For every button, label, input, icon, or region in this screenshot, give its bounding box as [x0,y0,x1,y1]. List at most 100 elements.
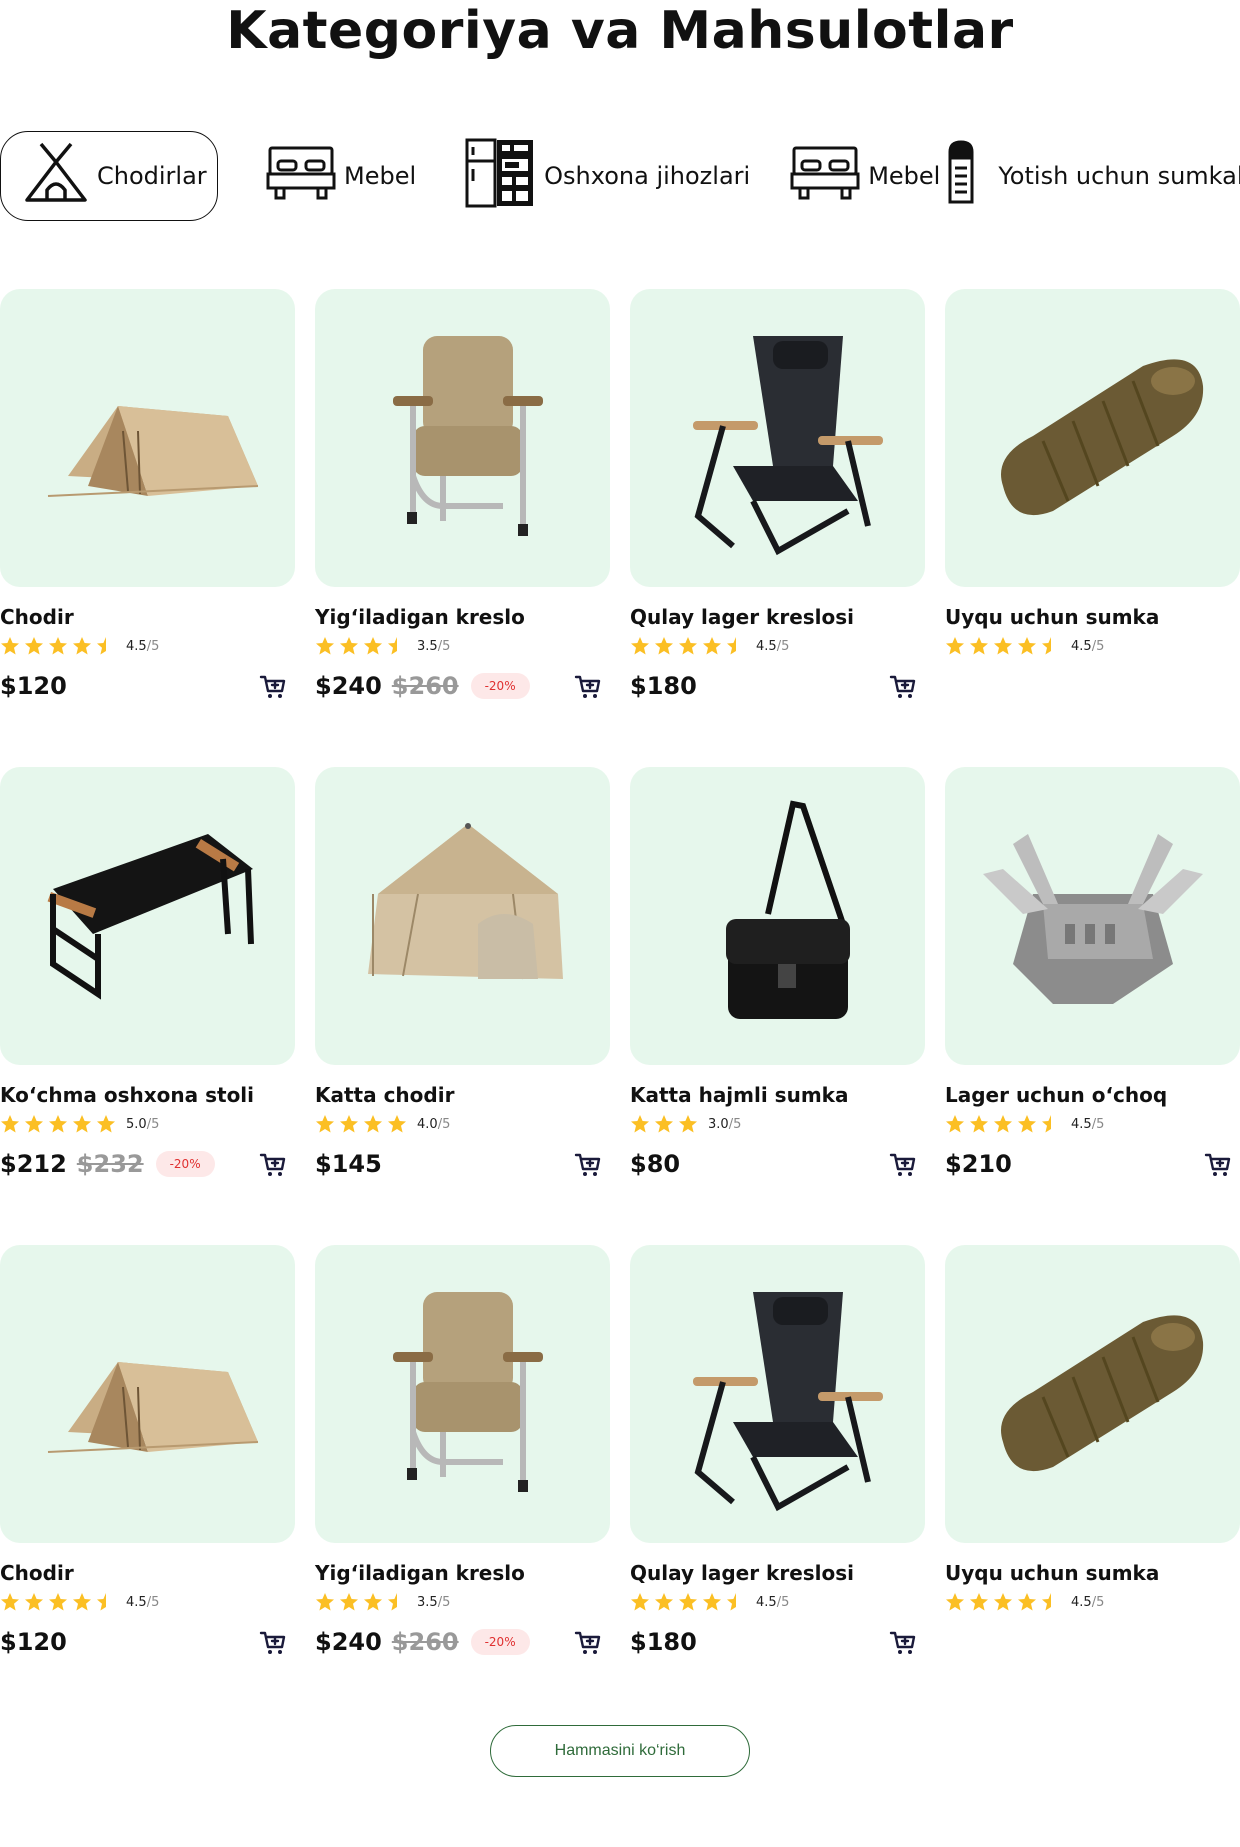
rating-score: 3.5/5 [417,638,451,654]
product-rating: 4.5/5 [0,1592,295,1612]
product-card[interactable]: Chodir 4.5/5 $120 [0,1245,295,1658]
discount-badge: -20% [470,1629,530,1655]
product-price: $180 [630,672,697,700]
rating-score: 4.5/5 [1071,1116,1105,1132]
rating-stars-icon [0,636,120,656]
product-old-price: $232 [76,1150,144,1178]
add-to-cart-icon[interactable] [574,674,602,700]
category-tab-mebel-2[interactable]: Mebel [790,131,940,221]
product-name[interactable]: Katta chodir [315,1082,610,1108]
camp-stove-icon [973,814,1213,1018]
product-price: $210 [945,1150,1012,1178]
product-price: $240 [315,1628,382,1656]
category-tab-yotish-uchun-sumkalar[interactable]: Yotish uchun sumkalar [946,131,1240,221]
product-rating: 4.5/5 [945,1114,1240,1134]
product-price: $120 [0,672,67,700]
category-label: Oshxona jihozlari [544,162,751,190]
rating-score: 4.5/5 [756,1594,790,1610]
rating-stars-icon [0,1592,120,1612]
product-image[interactable] [0,767,295,1065]
add-to-cart-icon[interactable] [889,1630,917,1656]
product-name[interactable]: Chodir [0,1560,295,1586]
product-image[interactable] [0,289,295,587]
product-name[interactable]: Uyqu uchun sumka [945,604,1240,630]
product-rating: 3.5/5 [315,1592,610,1612]
product-card[interactable]: Uyqu uchun sumka 4.5/5 [945,289,1240,699]
product-name[interactable]: Katta hajmli sumka [630,1082,925,1108]
discount-badge: -20% [155,1151,215,1177]
product-card[interactable]: Uyqu uchun sumka 4.5/5 [945,1245,1240,1655]
add-to-cart-icon[interactable] [1204,1152,1232,1178]
product-card[interactable]: Qulay lager kreslosi 4.5/5 $180 [630,1245,925,1658]
category-tabs: Chodirlar Mebel Oshxona jihozlari Mebel … [0,130,1240,222]
rating-score: 4.5/5 [1071,1594,1105,1610]
product-card[interactable]: Ko‘chma oshxona stoli 5.0/5 $212 $232 -20% [0,767,295,1180]
product-image[interactable] [945,289,1240,587]
product-card[interactable]: Katta chodir 4.0/5 $145 [315,767,610,1180]
price-row: $212 $232 -20% [0,1148,295,1180]
product-card[interactable]: Lager uchun o‘choq 4.5/5 $210 [945,767,1240,1180]
rating-stars-icon [945,1592,1065,1612]
product-image[interactable] [630,1245,925,1543]
add-to-cart-icon[interactable] [574,1152,602,1178]
add-to-cart-icon[interactable] [574,1630,602,1656]
add-to-cart-icon[interactable] [889,674,917,700]
add-to-cart-icon[interactable] [259,1630,287,1656]
rating-score: 4.5/5 [126,638,160,654]
product-rating: 3.0/5 [630,1114,925,1134]
product-image[interactable] [315,767,610,1065]
view-all-button[interactable]: Hammasini ko‘rish [490,1725,750,1777]
product-image[interactable] [945,767,1240,1065]
product-image[interactable] [315,289,610,587]
product-card[interactable]: Chodir 4.5/5 $120 [0,289,295,700]
rating-score: 3.5/5 [417,1594,451,1610]
rating-stars-icon [945,1114,1065,1134]
product-image[interactable] [0,1245,295,1543]
product-image[interactable] [315,1245,610,1543]
price-row: $180 [630,1626,925,1658]
product-name[interactable]: Lager uchun o‘choq [945,1082,1240,1108]
product-name[interactable]: Qulay lager kreslosi [630,1560,925,1586]
camp-chair-icon [658,316,898,560]
small-tent-icon [28,1292,268,1496]
product-name[interactable]: Yig‘iladigan kreslo [315,1560,610,1586]
price-row: $240 $260 -20% [315,670,610,702]
add-to-cart-icon[interactable] [889,1152,917,1178]
product-card[interactable]: Qulay lager kreslosi 4.5/5 $180 [630,289,925,700]
price-row: $120 [0,1626,295,1658]
rating-stars-icon [315,1114,411,1134]
product-name[interactable]: Chodir [0,604,295,630]
kitchen-appliances-icon [464,137,536,215]
category-tab-mebel[interactable]: Mebel [266,131,416,221]
category-label: Yotish uchun sumkalar [998,162,1240,190]
add-to-cart-icon[interactable] [259,1152,287,1178]
product-old-price: $260 [391,672,459,700]
small-tent-icon [28,336,268,540]
sleeping-bag-icon [973,1292,1213,1496]
product-image[interactable] [630,767,925,1065]
camp-chair-icon [658,1272,898,1516]
product-old-price: $260 [391,1628,459,1656]
product-name[interactable]: Ko‘chma oshxona stoli [0,1082,295,1108]
product-rating: 4.5/5 [0,636,295,656]
product-image[interactable] [630,289,925,587]
product-card[interactable]: Yig‘iladigan kreslo 3.5/5 $240 $260 -20% [315,289,610,702]
product-name[interactable]: Uyqu uchun sumka [945,1560,1240,1586]
product-card[interactable]: Katta hajmli sumka 3.0/5 $80 [630,767,925,1178]
sleeping-bag-icon [973,336,1213,540]
price-row: $240 $260 -20% [315,1626,610,1658]
product-rating: 4.5/5 [630,636,925,656]
category-tab-chodirlar[interactable]: Chodirlar [0,131,218,221]
price-row [945,1626,1240,1658]
folding-chair-icon [343,326,583,550]
product-image[interactable] [945,1245,1240,1543]
product-name[interactable]: Qulay lager kreslosi [630,604,925,630]
category-tab-oshxona-jihozlari[interactable]: Oshxona jihozlari [464,131,750,221]
product-rating: 4.5/5 [630,1592,925,1612]
product-card[interactable]: Yig‘iladigan kreslo 3.5/5 $240 $260 -20% [315,1245,610,1658]
product-price: $240 [315,672,382,700]
product-name[interactable]: Yig‘iladigan kreslo [315,604,610,630]
price-row: $145 [315,1148,610,1180]
add-to-cart-icon[interactable] [259,674,287,700]
price-row: $210 [945,1148,1240,1180]
